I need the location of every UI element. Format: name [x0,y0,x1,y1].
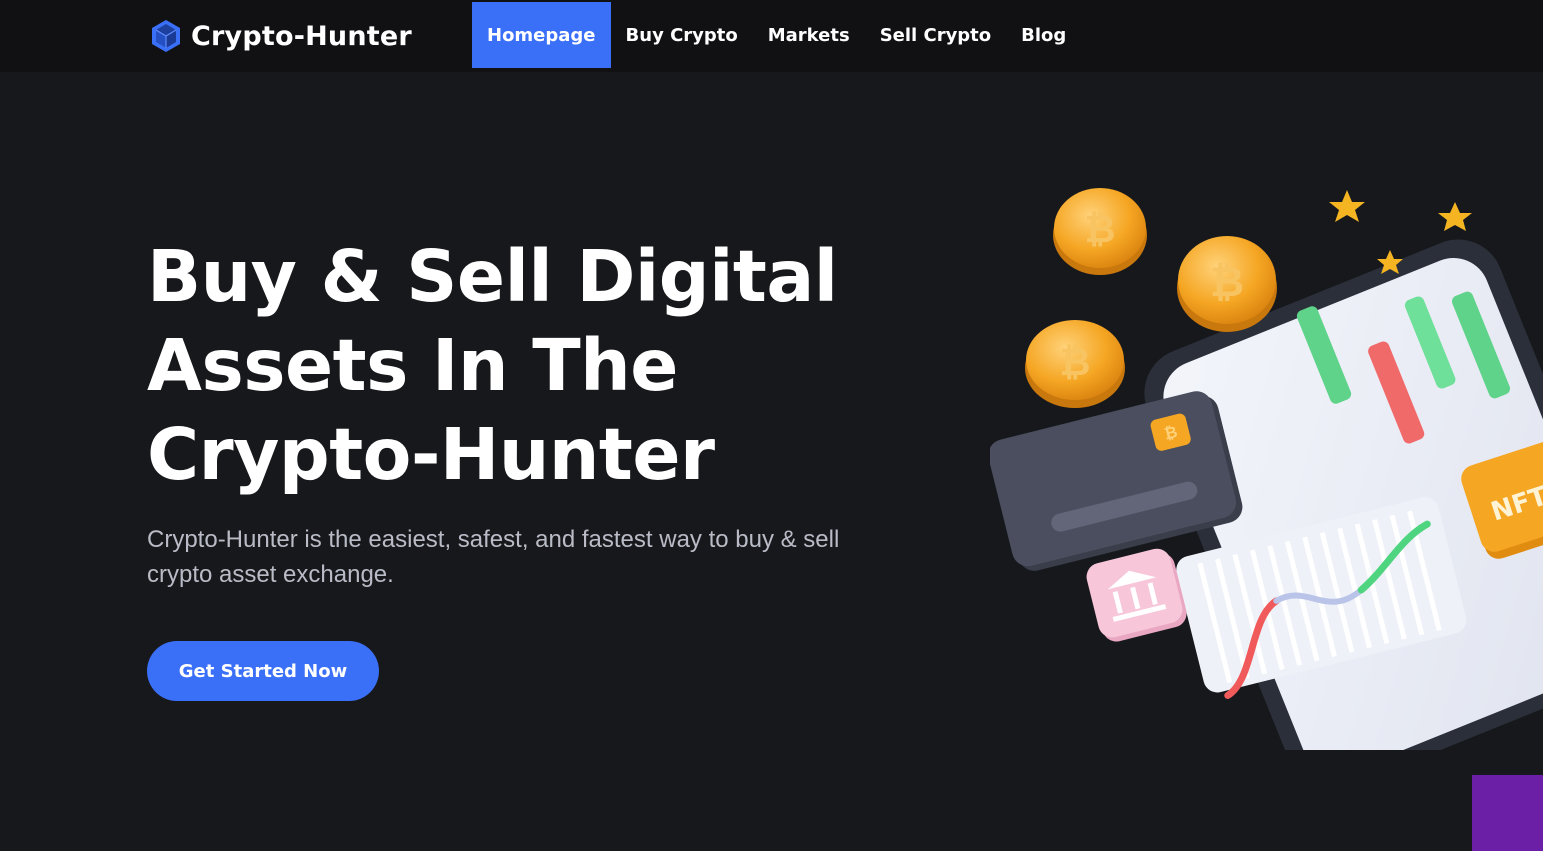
bitcoin-coin-icon: ₿ [1177,236,1277,332]
bitcoin-coin-icon: ₿ [1025,320,1125,408]
hero-title-line: Buy & Sell Digital [147,235,838,318]
nav-item-blog[interactable]: Blog [1006,2,1081,68]
get-started-button[interactable]: Get Started Now [147,641,379,701]
brand-logo[interactable]: Crypto-Hunter [149,16,412,56]
nav-item-homepage[interactable]: Homepage [472,2,611,68]
nav-item-markets[interactable]: Markets [753,2,865,68]
hero-description: Crypto-Hunter is the easiest, safest, an… [147,526,840,588]
brand-name: Crypto-Hunter [191,20,412,52]
main-nav: Homepage Buy Crypto Markets Sell Crypto … [472,2,1081,68]
corner-square[interactable] [1472,775,1543,851]
svg-text:₿: ₿ [1210,257,1244,306]
hero-title: Buy & Sell Digital Assets In The Crypto-… [147,232,947,499]
bitcoin-coin-icon: ₿ [1053,188,1147,275]
top-navbar: Crypto-Hunter Homepage Buy Crypto Market… [0,0,1543,72]
hero-title-line: Assets In The [147,324,678,407]
svg-text:₿: ₿ [1060,340,1091,384]
nav-item-sell-crypto[interactable]: Sell Crypto [865,2,1006,68]
hero-title-line: Crypto-Hunter [147,413,715,496]
nav-item-buy-crypto[interactable]: Buy Crypto [611,2,753,68]
svg-text:₿: ₿ [1085,207,1116,251]
crypto-phone-illustration: ₿ ₿ ₿ ₿ NFT [990,188,1543,750]
bank-icon [1086,548,1187,642]
cube-icon [152,20,180,52]
